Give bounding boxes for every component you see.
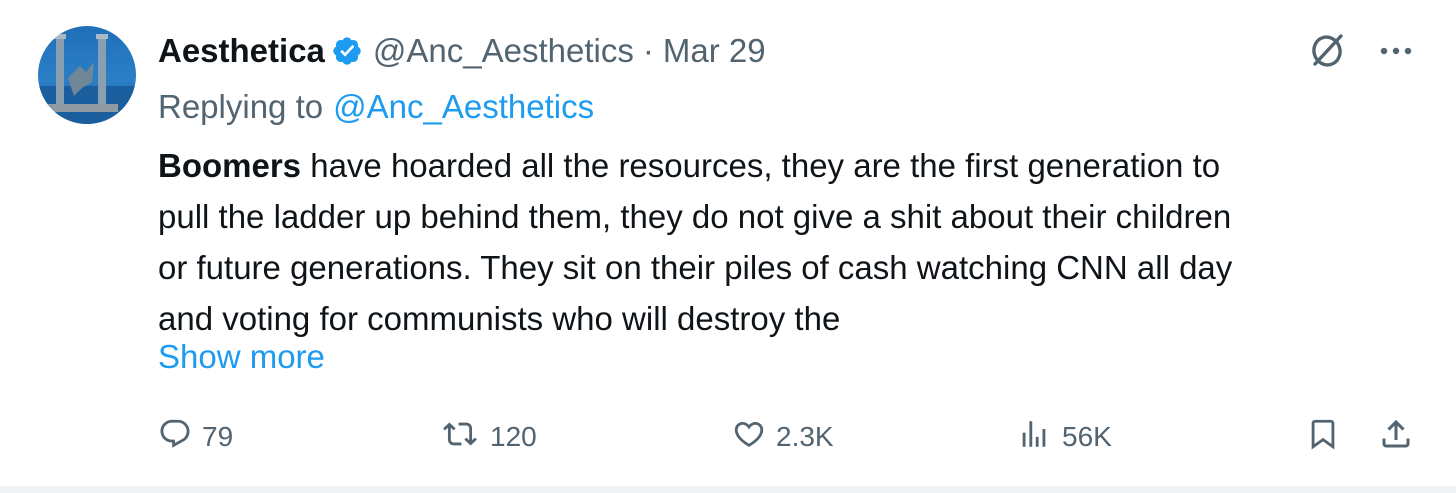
reply-count: 79 — [202, 421, 234, 452]
body-bold-word: Boomers — [158, 147, 302, 184]
repost-icon — [440, 417, 480, 458]
more-icon[interactable] — [1378, 36, 1414, 71]
bookmark-button[interactable] — [1306, 412, 1340, 462]
tweet-header: Aesthetica @Anc_Aesthetics · Mar 29 — [158, 26, 766, 76]
tweet-card[interactable]: Aesthetica @Anc_Aesthetics · Mar 29 Repl… — [0, 0, 1456, 486]
tweet-date[interactable]: Mar 29 — [663, 32, 766, 70]
reply-icon — [158, 417, 192, 458]
author-handle[interactable]: @Anc_Aesthetics — [373, 32, 634, 70]
separator-dot: · — [642, 32, 654, 69]
replying-to: Replying to @Anc_Aesthetics — [158, 82, 594, 132]
like-button[interactable]: 2.3K — [732, 412, 834, 462]
verified-badge-icon — [331, 35, 363, 67]
views-button[interactable]: 56K — [1016, 412, 1112, 462]
bookmark-icon — [1306, 416, 1340, 459]
replying-prefix: Replying to — [158, 88, 324, 125]
heart-icon — [732, 417, 766, 458]
body-line-2: pull the ladder up behind them, they do … — [158, 198, 1232, 235]
body-line-1-text: have hoarded all the resources, they are… — [301, 147, 1221, 184]
body-line-4: and voting for communists who will destr… — [158, 300, 841, 337]
avatar[interactable] — [38, 26, 136, 124]
like-count: 2.3K — [776, 421, 834, 452]
share-icon — [1378, 416, 1414, 459]
repost-button[interactable]: 120 — [440, 412, 537, 462]
reply-button[interactable]: 79 — [158, 412, 233, 462]
tweet-body: Boomers have hoarded all the resources, … — [158, 140, 1408, 344]
grok-icon[interactable] — [1306, 30, 1348, 77]
show-more-link[interactable]: Show more — [158, 332, 325, 382]
views-count: 56K — [1062, 421, 1112, 452]
divider — [0, 486, 1456, 493]
share-button[interactable] — [1378, 412, 1414, 462]
views-icon — [1016, 417, 1052, 458]
author-name[interactable]: Aesthetica — [158, 32, 325, 70]
body-line-1: Boomers have hoarded all the resources, … — [158, 140, 1408, 191]
body-line-3: or future generations. They sit on their… — [158, 249, 1233, 286]
repost-count: 120 — [490, 421, 537, 452]
replying-to-link[interactable]: @Anc_Aesthetics — [333, 88, 594, 126]
